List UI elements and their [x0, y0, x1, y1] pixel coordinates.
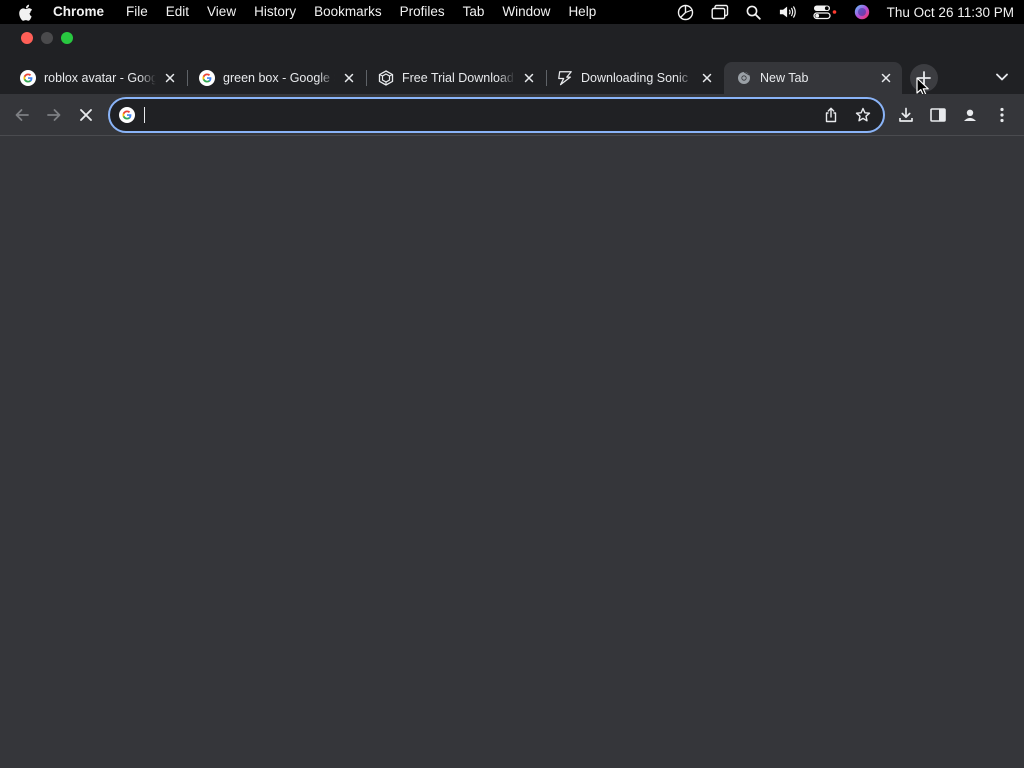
download-icon[interactable] — [894, 103, 918, 127]
address-input[interactable] — [145, 107, 819, 123]
window-maximize-button[interactable] — [61, 32, 73, 44]
tab-close-icon[interactable] — [521, 70, 537, 86]
menu-window[interactable]: Window — [493, 0, 559, 24]
stop-loading-icon[interactable] — [74, 103, 98, 127]
back-arrow-icon[interactable] — [10, 103, 34, 127]
menu-file[interactable]: File — [117, 0, 157, 24]
tab-close-icon[interactable] — [162, 70, 178, 86]
page-content-area — [0, 137, 1024, 768]
menu-edit[interactable]: Edit — [157, 0, 198, 24]
tab-close-icon[interactable] — [699, 70, 715, 86]
macos-menu-bar: Chrome File Edit View History Bookmarks … — [0, 0, 1024, 24]
screen-time-icon[interactable] — [677, 3, 695, 21]
tab-close-icon[interactable] — [341, 70, 357, 86]
tab-new-tab[interactable]: New Tab — [724, 62, 902, 94]
forward-arrow-icon[interactable] — [42, 103, 66, 127]
profile-avatar-icon[interactable] — [958, 103, 982, 127]
window-title-bar — [0, 24, 1024, 60]
menu-app-name[interactable]: Chrome — [53, 0, 113, 24]
address-bar[interactable] — [108, 97, 885, 133]
tab-title: roblox avatar - Google Search — [44, 71, 156, 85]
tab-green-box[interactable]: green box - Google Search — [187, 62, 365, 94]
tab-free-trial-download[interactable]: Free Trial Download — [366, 62, 545, 94]
menu-history[interactable]: History — [245, 0, 305, 24]
volume-icon[interactable] — [779, 3, 797, 21]
menu-tab[interactable]: Tab — [454, 0, 494, 24]
menu-view[interactable]: View — [198, 0, 245, 24]
window-minimize-button[interactable] — [41, 32, 53, 44]
google-g-icon — [199, 70, 215, 86]
menu-profiles[interactable]: Profiles — [391, 0, 454, 24]
cube-logo-icon — [378, 70, 394, 86]
tab-title: New Tab — [760, 71, 809, 85]
browser-toolbar — [0, 94, 1024, 136]
more-menu-icon[interactable] — [990, 103, 1014, 127]
chrome-icon — [736, 70, 752, 86]
google-g-icon — [118, 106, 136, 124]
screen-mirroring-icon[interactable] — [711, 3, 729, 21]
menu-bookmarks[interactable]: Bookmarks — [305, 0, 391, 24]
chevron-down-icon — [996, 73, 1008, 81]
siri-icon[interactable] — [853, 3, 871, 21]
tab-strip: roblox avatar - Google Search green box … — [0, 60, 1024, 94]
bookmark-star-icon[interactable] — [851, 103, 875, 127]
tab-title: Free Trial Download — [402, 71, 514, 85]
control-center-icon[interactable] — [813, 3, 837, 21]
tab-downloading-sonic[interactable]: Downloading Sonic — [545, 62, 723, 94]
tab-close-icon[interactable] — [878, 70, 894, 86]
tab-title: green box - Google Search — [223, 71, 335, 85]
tab-roblox-avatar[interactable]: roblox avatar - Google Search — [8, 62, 186, 94]
tab-search-button[interactable] — [992, 67, 1012, 87]
share-icon[interactable] — [819, 103, 843, 127]
side-panel-icon[interactable] — [926, 103, 950, 127]
window-close-button[interactable] — [21, 32, 33, 44]
spotlight-search-icon[interactable] — [745, 3, 763, 21]
google-g-icon — [20, 70, 36, 86]
lightning-logo-icon — [557, 70, 573, 86]
status-area: Thu Oct 26 11:30 PM — [669, 0, 1024, 24]
tab-title: Downloading Sonic — [581, 71, 689, 85]
menu-help[interactable]: Help — [559, 0, 605, 24]
apple-logo-icon[interactable] — [18, 3, 36, 21]
menu-bar-clock[interactable]: Thu Oct 26 11:30 PM — [887, 5, 1014, 20]
